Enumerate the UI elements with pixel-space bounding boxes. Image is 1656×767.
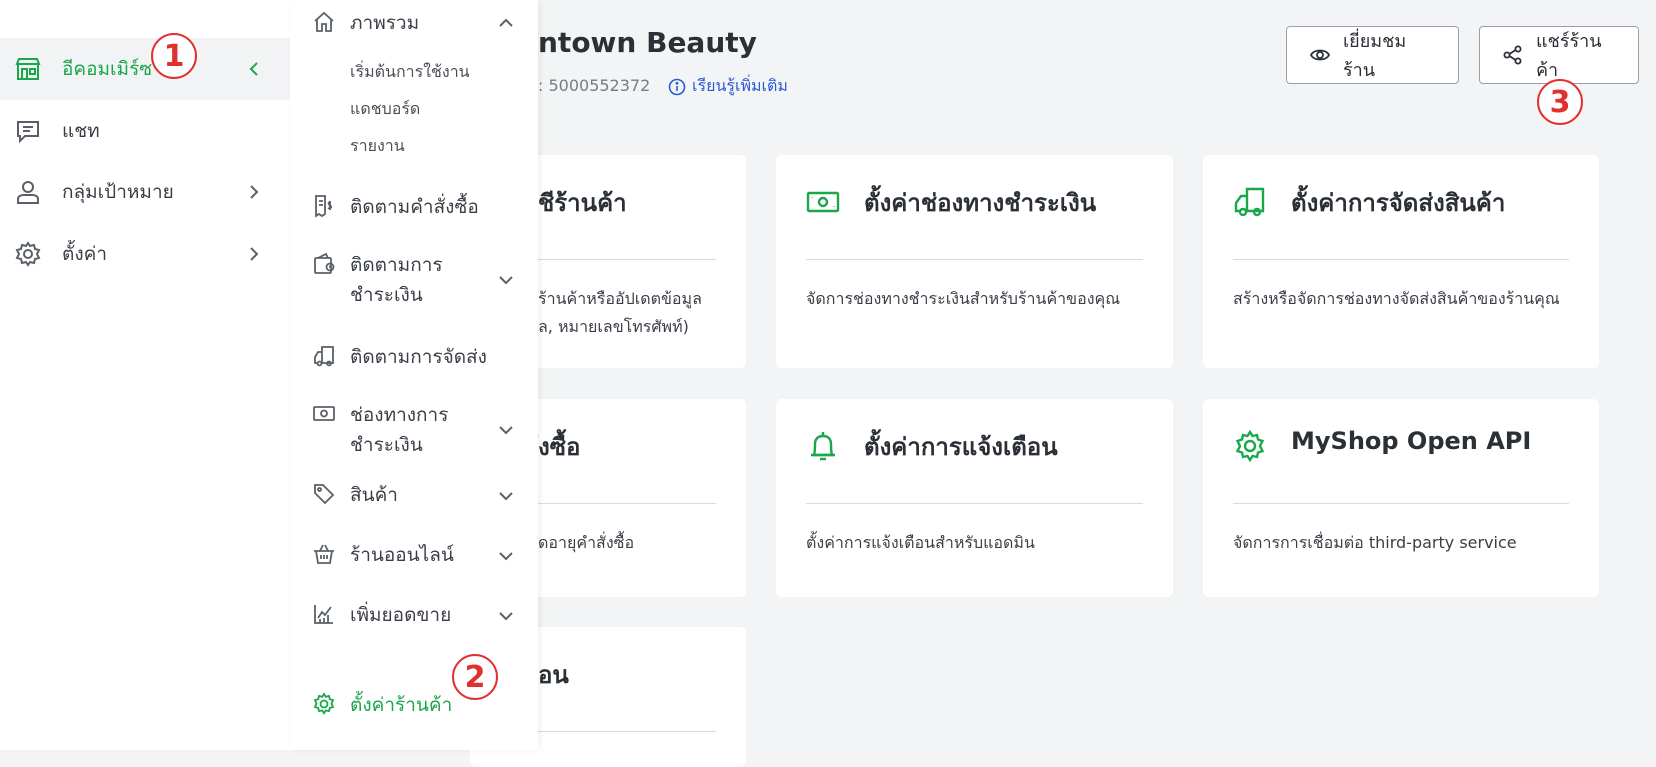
submenu-products[interactable]: สินค้า	[290, 478, 538, 514]
submenu-label: ตั้งค่าร้านค้า	[350, 694, 453, 716]
submenu-dashboard[interactable]: แดชบอร์ด	[350, 97, 420, 122]
submenu-label: ติดตามคำสั่งซื้อ	[350, 196, 479, 218]
receipt-icon	[312, 194, 336, 218]
annotation-badge-3: 3	[1537, 79, 1583, 125]
sidebar-item-chat[interactable]: แชท	[0, 100, 290, 162]
card-description: ตั้งค่าการแจ้งเตือนสำหรับแอดมิน	[806, 533, 1035, 552]
chevron-down-icon	[496, 606, 516, 626]
submenu-online-store[interactable]: ร้านออนไลน์	[290, 538, 538, 574]
truck-icon	[312, 344, 336, 368]
annotation-badge-1: 1	[151, 33, 197, 79]
submenu-shipping-tracking[interactable]: ติดตามการจัดส่ง	[290, 340, 538, 376]
card-title: ั่งซื้อ	[538, 433, 581, 461]
learn-more-link[interactable]: เรียนรู้เพิ่มเติม	[668, 74, 788, 99]
submenu-payment-tracking[interactable]: ติดตามการ ชำระเงิน	[290, 248, 538, 314]
card-notification-settings[interactable]: ตั้งค่าการแจ้งเตือน ตั้งค่าการแจ้งเตือนส…	[776, 399, 1173, 597]
main-sidebar: อีคอมเมิร์ซ แชท กลุ่มเป้าหมาย ตั้งค่า	[0, 0, 291, 750]
card-payment-settings[interactable]: ตั้งค่าช่องทางชำระเงิน จัดการช่องทางชำระ…	[776, 155, 1173, 368]
submenu-order-tracking[interactable]: ติดตามคำสั่งซื้อ	[290, 190, 538, 226]
card-title: ตั้งค่าช่องทางชำระเงิน	[864, 189, 1097, 217]
chevron-down-icon	[496, 546, 516, 566]
eye-icon	[1309, 44, 1331, 66]
submenu-label: ติดตามการ ชำระเงิน	[350, 254, 443, 306]
chevron-up-icon	[496, 13, 516, 33]
card-divider	[1233, 259, 1569, 260]
wallet-icon	[312, 252, 336, 276]
sidebar-item-label: แชท	[62, 120, 100, 142]
chevron-down-icon	[496, 486, 516, 506]
submenu-getting-started[interactable]: เริ่มต้นการใช้งาน	[350, 60, 470, 85]
home-icon	[312, 10, 336, 34]
share-icon	[1502, 44, 1524, 66]
gear-icon	[1233, 429, 1267, 463]
shop-name: ntown Beauty	[538, 26, 757, 59]
cash-icon	[312, 402, 336, 426]
submenu-label: ร้านออนไลน์	[350, 544, 454, 566]
submenu-label: ภาพรวม	[350, 12, 420, 34]
submenu-label: ช่องทางการ ชำระเงิน	[350, 404, 449, 456]
card-divider	[538, 503, 716, 504]
submenu-label: เพิ่มยอดขาย	[350, 604, 452, 626]
sidebar-item-settings[interactable]: ตั้งค่า	[0, 223, 290, 285]
sidebar-item-label: ตั้งค่า	[62, 243, 107, 265]
shop-id: : 5000552372	[538, 76, 651, 95]
chevron-left-icon	[244, 59, 264, 79]
card-title: ตั้งค่าการแจ้งเตือน	[864, 433, 1058, 461]
card-description: ดอายุคำสั่งซื้อ	[538, 533, 635, 552]
card-description: ร้านค้าหรืออัปเดตข้อมูล ล, หมายเลขโทรศัพท…	[538, 289, 702, 336]
bell-icon	[806, 429, 840, 463]
card-open-api[interactable]: MyShop Open API จัดการการเชื่อมต่อ third…	[1203, 399, 1599, 597]
chevron-down-icon	[496, 420, 516, 440]
card-divider	[1233, 503, 1569, 504]
ecommerce-submenu: ภาพรวม เริ่มต้นการใช้งาน แดชบอร์ด รายงาน…	[290, 0, 538, 750]
share-shop-label: แชร์ร้านค้า	[1536, 31, 1602, 81]
card-title: ชีร้านค้า	[538, 189, 627, 217]
card-description: จัดการการเชื่อมต่อ third-party service	[1233, 533, 1517, 552]
submenu-label: สินค้า	[350, 484, 398, 506]
learn-more-label: เรียนรู้เพิ่มเติม	[692, 76, 788, 95]
annotation-badge-2: 2	[452, 654, 498, 700]
visit-shop-button[interactable]: เยี่ยมชมร้าน	[1286, 26, 1459, 84]
card-shipping-settings[interactable]: ตั้งค่าการจัดส่งสินค้า สร้างหรือจัดการช่…	[1203, 155, 1599, 368]
gear-icon	[312, 692, 336, 716]
basket-icon	[312, 542, 336, 566]
user-icon	[14, 178, 42, 206]
store-icon	[14, 55, 42, 83]
truck-icon	[1233, 185, 1267, 219]
card-divider	[538, 731, 716, 732]
submenu-label: ติดตามการจัดส่ง	[350, 346, 487, 368]
submenu-reports[interactable]: รายงาน	[350, 134, 405, 159]
submenu-boost-sales[interactable]: เพิ่มยอดขาย	[290, 598, 538, 634]
chevron-down-icon	[496, 270, 516, 290]
tag-icon	[312, 482, 336, 506]
gear-icon	[14, 240, 42, 268]
card-description: สร้างหรือจัดการช่องทางจัดส่งสินค้าของร้า…	[1233, 289, 1560, 308]
info-icon	[668, 78, 686, 96]
sidebar-item-label: กลุ่มเป้าหมาย	[62, 181, 174, 203]
card-title: ือน	[538, 661, 569, 689]
chat-icon	[14, 117, 42, 145]
chevron-right-icon	[244, 182, 264, 202]
chart-up-icon	[312, 602, 336, 626]
chevron-right-icon	[244, 244, 264, 264]
submenu-shop-settings[interactable]: ตั้งค่าร้านค้า	[290, 688, 538, 724]
sidebar-item-label: อีคอมเมิร์ซ	[62, 58, 153, 80]
cash-icon	[806, 185, 840, 219]
visit-shop-label: เยี่ยมชมร้าน	[1343, 31, 1407, 81]
card-divider	[806, 259, 1143, 260]
card-description: จัดการช่องทางชำระเงินสำหรับร้านค้าของคุณ	[806, 289, 1121, 308]
card-title: ตั้งค่าการจัดส่งสินค้า	[1291, 189, 1506, 217]
share-shop-button[interactable]: แชร์ร้านค้า	[1479, 26, 1639, 84]
sidebar-item-audience[interactable]: กลุ่มเป้าหมาย	[0, 161, 290, 223]
card-divider	[538, 259, 716, 260]
card-divider	[806, 503, 1143, 504]
submenu-payment-channels[interactable]: ช่องทางการ ชำระเงิน	[290, 398, 538, 464]
submenu-overview[interactable]: ภาพรวม	[290, 6, 538, 42]
sidebar-item-ecommerce[interactable]: อีคอมเมิร์ซ	[0, 38, 290, 100]
card-title: MyShop Open API	[1291, 427, 1532, 455]
